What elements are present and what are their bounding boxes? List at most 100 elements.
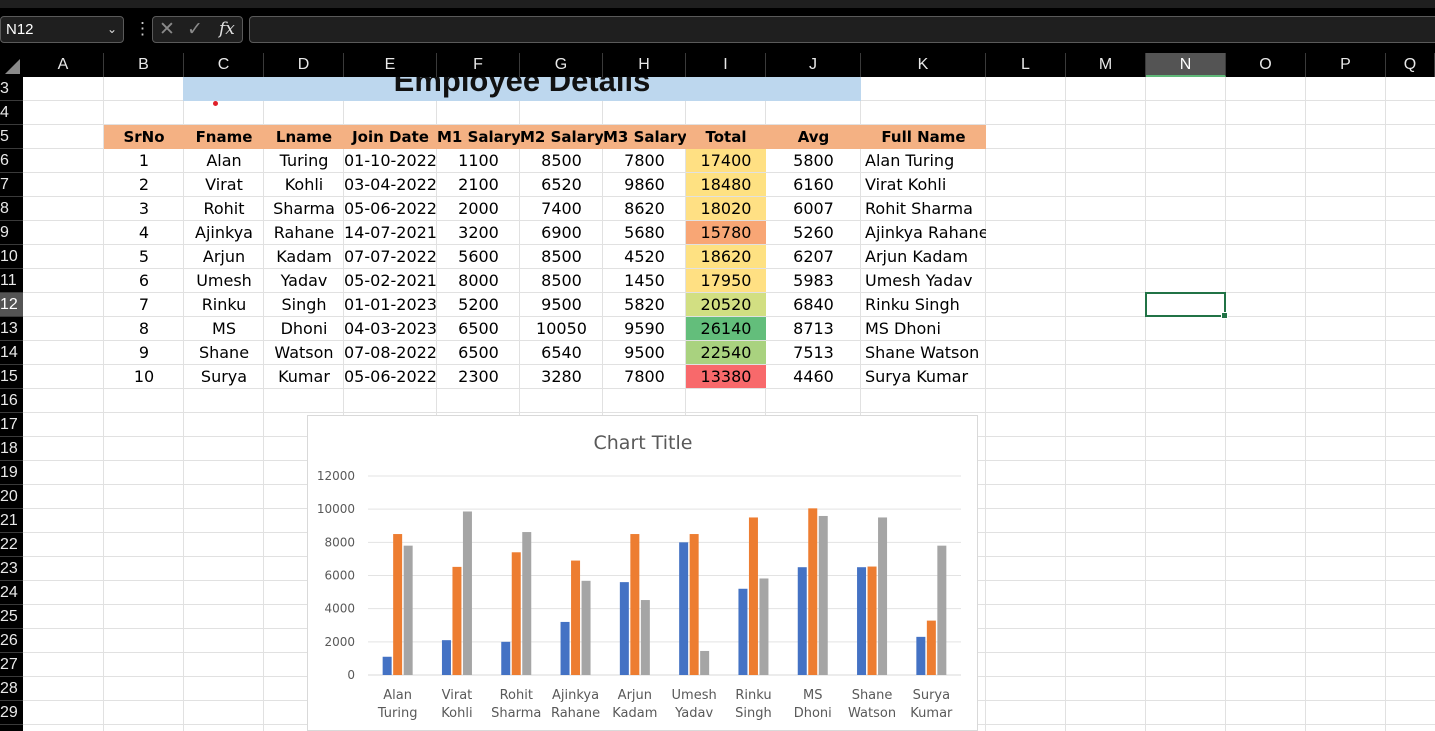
table-cell[interactable]: 9500 (603, 341, 686, 365)
chart-bar[interactable] (640, 600, 650, 675)
table-header-cell[interactable]: Lname (264, 125, 344, 149)
table-cell[interactable]: Umesh Yadav (861, 269, 986, 293)
row-header-9[interactable]: 9 (0, 221, 23, 245)
table-cell[interactable]: 7800 (603, 149, 686, 173)
chart-bar[interactable] (689, 534, 699, 675)
table-cell[interactable]: 7800 (603, 365, 686, 389)
table-cell[interactable]: 9500 (520, 293, 603, 317)
column-header-e[interactable]: E (344, 53, 437, 77)
table-cell[interactable]: 5820 (603, 293, 686, 317)
total-cell[interactable]: 15780 (686, 221, 766, 244)
column-header-i[interactable]: I (686, 53, 766, 77)
column-header-q[interactable]: Q (1386, 53, 1435, 77)
table-cell[interactable]: Kumar (264, 365, 344, 389)
column-header-n[interactable]: N (1146, 53, 1226, 77)
column-header-o[interactable]: O (1226, 53, 1306, 77)
table-cell[interactable]: 10050 (520, 317, 603, 341)
table-cell[interactable]: Surya Kumar (861, 365, 986, 389)
row-header-25[interactable]: 25 (0, 605, 23, 629)
table-cell[interactable]: 6500 (437, 341, 520, 365)
table-cell[interactable]: 3200 (437, 221, 520, 245)
chart-bar[interactable] (619, 582, 629, 675)
table-cell[interactable]: Yadav (264, 269, 344, 293)
table-cell[interactable]: Kadam (264, 245, 344, 269)
table-cell[interactable]: Rohit (184, 197, 264, 221)
column-header-m[interactable]: M (1066, 53, 1146, 77)
chart-bar[interactable] (867, 566, 877, 675)
chart-bar[interactable] (937, 545, 947, 675)
chart-bar[interactable] (878, 517, 888, 675)
column-header-b[interactable]: B (104, 53, 184, 77)
table-cell[interactable]: Rinku (184, 293, 264, 317)
table-cell[interactable]: Rahane (264, 221, 344, 245)
table-cell[interactable]: 6520 (520, 173, 603, 197)
table-cell[interactable]: Rohit Sharma (861, 197, 986, 221)
table-cell[interactable]: Turing (264, 149, 344, 173)
table-header-cell[interactable]: Total (686, 125, 766, 149)
row-header-27[interactable]: 27 (0, 653, 23, 677)
column-header-h[interactable]: H (603, 53, 686, 77)
table-cell[interactable]: MS (184, 317, 264, 341)
chart-bar[interactable] (700, 650, 710, 675)
table-cell[interactable]: Surya (184, 365, 264, 389)
table-cell[interactable]: Virat (184, 173, 264, 197)
chart-bar[interactable] (393, 534, 403, 675)
table-cell[interactable]: 6540 (520, 341, 603, 365)
check-icon[interactable]: ✓ (187, 17, 203, 42)
table-cell[interactable]: Sharma (264, 197, 344, 221)
table-cell[interactable]: 6160 (766, 173, 861, 197)
column-header-k[interactable]: K (861, 53, 986, 77)
chart-title[interactable]: Chart Title (594, 432, 693, 454)
table-cell[interactable]: 3280 (520, 365, 603, 389)
row-header-20[interactable]: 20 (0, 485, 23, 509)
table-cell[interactable]: Dhoni (264, 317, 344, 341)
table-cell[interactable]: 6207 (766, 245, 861, 269)
table-cell[interactable]: 5800 (766, 149, 861, 173)
table-cell[interactable]: 10 (104, 365, 184, 389)
total-cell[interactable]: 26140 (686, 317, 766, 340)
row-header-24[interactable]: 24 (0, 581, 23, 605)
table-cell[interactable]: 8000 (437, 269, 520, 293)
table-cell[interactable]: 01-01-2023 (344, 293, 437, 317)
table-cell[interactable]: 8 (104, 317, 184, 341)
table-cell[interactable]: Alan Turing (861, 149, 986, 173)
chart-bar[interactable] (916, 636, 926, 675)
column-header-f[interactable]: F (437, 53, 520, 77)
table-cell[interactable]: 9590 (603, 317, 686, 341)
table-header-cell[interactable]: Fname (184, 125, 264, 149)
row-header-16[interactable]: 16 (0, 389, 23, 413)
table-cell[interactable]: 6007 (766, 197, 861, 221)
row-header-12[interactable]: 12 (0, 293, 23, 317)
row-header-18[interactable]: 18 (0, 437, 23, 461)
table-cell[interactable]: 8500 (520, 245, 603, 269)
total-cell[interactable]: 18020 (686, 197, 766, 220)
table-cell[interactable]: 8713 (766, 317, 861, 341)
table-cell[interactable]: 6900 (520, 221, 603, 245)
title-banner[interactable]: Employee Details (183, 77, 861, 101)
table-cell[interactable]: 04-03-2023 (344, 317, 437, 341)
name-box[interactable]: N12 ⌄ (0, 16, 124, 43)
table-cell[interactable]: 9860 (603, 173, 686, 197)
row-header-6[interactable]: 6 (0, 149, 23, 173)
table-cell[interactable]: 05-02-2021 (344, 269, 437, 293)
insert-function-icon[interactable]: fx (219, 17, 235, 42)
chart-bar[interactable] (571, 560, 581, 675)
table-cell[interactable]: 6840 (766, 293, 861, 317)
table-cell[interactable]: Kohli (264, 173, 344, 197)
table-cell[interactable]: Umesh (184, 269, 264, 293)
table-cell[interactable]: 9 (104, 341, 184, 365)
row-header-13[interactable]: 13 (0, 317, 23, 341)
column-header-p[interactable]: P (1306, 53, 1386, 77)
select-all-button[interactable] (0, 53, 23, 77)
total-cell[interactable]: 22540 (686, 341, 766, 364)
chart-bar[interactable] (560, 621, 570, 675)
chart-bar[interactable] (522, 532, 532, 675)
column-header-g[interactable]: G (520, 53, 603, 77)
table-cell[interactable]: 2300 (437, 365, 520, 389)
table-cell[interactable]: 07-07-2022 (344, 245, 437, 269)
table-cell[interactable]: 14-07-2021 (344, 221, 437, 245)
table-cell[interactable]: Shane (184, 341, 264, 365)
chart-bar[interactable] (501, 641, 511, 675)
table-cell[interactable]: 5 (104, 245, 184, 269)
chart-bar[interactable] (797, 567, 807, 675)
